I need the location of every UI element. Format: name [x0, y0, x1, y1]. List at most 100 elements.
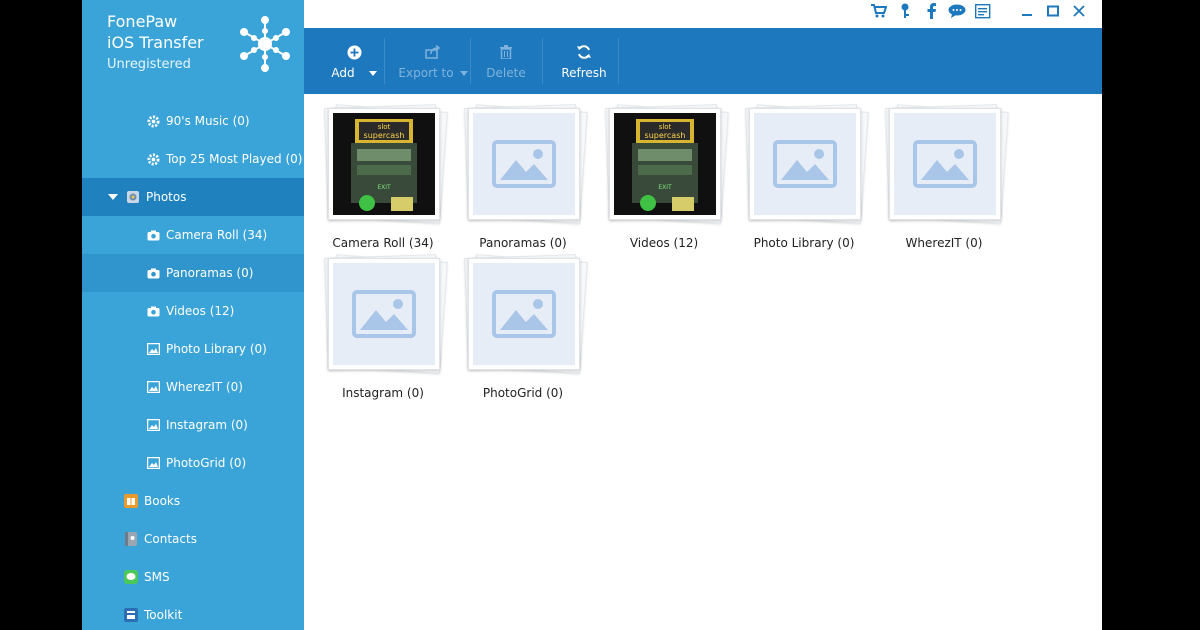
sidebar-item-photo-library[interactable]: Photo Library (0) — [82, 330, 304, 368]
sidebar-item-label: Instagram (0) — [166, 418, 248, 432]
sidebar-item-top-25[interactable]: Top 25 Most Played (0) — [82, 140, 304, 178]
add-dropdown-icon[interactable] — [368, 70, 377, 76]
image-placeholder-icon — [754, 113, 856, 215]
close-icon[interactable] — [1066, 2, 1092, 20]
sidebar-item-label: SMS — [144, 570, 170, 584]
album-grid: slot supercash EXIT Camera Roll (34) Pan… — [304, 94, 1102, 630]
sms-icon — [124, 570, 138, 584]
album-tile-instagram[interactable]: Instagram (0) — [320, 252, 448, 400]
toolbar-divider — [618, 38, 619, 84]
toolbar: Add Export to Delete Refresh — [304, 28, 1102, 94]
trash-icon — [500, 42, 512, 62]
add-button[interactable]: Add — [326, 28, 382, 94]
sidebar-item-contacts[interactable]: Contacts — [82, 520, 304, 558]
sidebar-item-videos[interactable]: Videos (12) — [82, 292, 304, 330]
album-tile-photo-library[interactable]: Photo Library (0) — [741, 102, 869, 250]
sidebar-item-90s-music[interactable]: 90's Music (0) — [82, 102, 304, 140]
refresh-label: Refresh — [561, 66, 607, 80]
registration-status[interactable]: Unregistered — [107, 57, 191, 72]
photos-icon — [126, 190, 140, 204]
window-controls — [866, 0, 1092, 22]
thumb-text-exit: EXIT — [377, 184, 391, 191]
gear-icon — [146, 114, 160, 128]
plus-circle-icon — [347, 42, 362, 62]
delete-label: Delete — [486, 66, 526, 80]
camera-icon — [146, 266, 160, 280]
register-icon[interactable] — [970, 2, 996, 20]
facebook-icon[interactable] — [918, 2, 944, 20]
brand-header: FonePaw iOS Transfer Unregistered — [82, 0, 304, 95]
album-tile-panoramas[interactable]: Panoramas (0) — [460, 102, 588, 250]
album-thumbnail — [464, 104, 588, 224]
sidebar-item-toolkit[interactable]: Toolkit — [82, 596, 304, 630]
picture-icon — [146, 456, 160, 470]
album-thumbnail — [324, 254, 448, 374]
feedback-icon[interactable] — [944, 2, 970, 20]
title-bar — [304, 0, 1102, 28]
sidebar-item-instagram[interactable]: Instagram (0) — [82, 406, 304, 444]
picture-icon — [146, 418, 160, 432]
cart-icon[interactable] — [866, 2, 892, 20]
album-thumbnail — [745, 104, 869, 224]
image-placeholder-icon — [473, 263, 575, 365]
camera-icon — [146, 304, 160, 318]
sidebar-item-label: Toolkit — [144, 608, 183, 622]
sidebar-item-books[interactable]: Books — [82, 482, 304, 520]
thumb-text-slot: slot — [378, 123, 391, 131]
album-tile-wherezit[interactable]: WherezIT (0) — [881, 102, 1009, 250]
maximize-icon[interactable] — [1040, 2, 1066, 20]
sidebar-item-label: Photos — [146, 190, 187, 204]
sidebar-item-label: PhotoGrid (0) — [166, 456, 247, 470]
key-icon[interactable] — [892, 2, 918, 20]
sidebar-item-wherezit[interactable]: WherezIT (0) — [82, 368, 304, 406]
export-button[interactable]: Export to — [398, 28, 468, 94]
sidebar-item-label: WherezIT (0) — [166, 380, 243, 394]
fonepaw-logo-icon — [240, 16, 290, 72]
app-title-line2: iOS Transfer — [107, 33, 204, 52]
gear-icon — [146, 152, 160, 166]
sidebar-item-panoramas[interactable]: Panoramas (0) — [82, 254, 304, 292]
sidebar-item-camera-roll[interactable]: Camera Roll (34) — [82, 216, 304, 254]
thumb-text-exit: EXIT — [658, 184, 672, 191]
thumb-text-slot: slot — [659, 123, 672, 131]
refresh-icon — [576, 42, 592, 62]
slot-machine-photo: slot supercash EXIT — [333, 113, 435, 215]
camera-icon — [146, 228, 160, 242]
album-thumbnail — [885, 104, 1009, 224]
sidebar-item-photogrid[interactable]: PhotoGrid (0) — [82, 444, 304, 482]
sidebar-nav: 90's Music (0) Top 25 Most Played (0) Ph… — [82, 102, 304, 630]
sidebar-item-label: Top 25 Most Played (0) — [166, 152, 303, 166]
album-label: WherezIT (0) — [905, 236, 983, 250]
sidebar-item-label: Camera Roll (34) — [166, 228, 268, 242]
fonepaw-window: FonePaw iOS Transfer Unregistered 90's M… — [82, 0, 1102, 630]
thumb-text-supercash: supercash — [645, 131, 686, 140]
slot-machine-photo: slot supercash EXIT — [614, 113, 716, 215]
chevron-down-icon[interactable] — [108, 194, 118, 200]
album-tile-videos[interactable]: slot supercash EXIT Videos (12) — [601, 102, 729, 250]
album-tile-camera-roll[interactable]: slot supercash EXIT Camera Roll (34) — [320, 102, 448, 250]
books-icon — [124, 494, 138, 508]
export-dropdown-icon — [459, 70, 468, 76]
image-placeholder-icon — [333, 263, 435, 365]
refresh-button[interactable]: Refresh — [552, 28, 616, 94]
image-placeholder-icon — [473, 113, 575, 215]
album-thumbnail: slot supercash EXIT — [605, 104, 729, 224]
sidebar-item-label: 90's Music (0) — [166, 114, 250, 128]
image-placeholder-icon — [894, 113, 996, 215]
app-title: FonePaw iOS Transfer — [107, 11, 204, 53]
picture-icon — [146, 380, 160, 394]
album-tile-photogrid[interactable]: PhotoGrid (0) — [460, 252, 588, 400]
export-label: Export to — [398, 66, 454, 80]
export-icon — [425, 42, 441, 62]
toolbar-divider — [384, 38, 385, 84]
sidebar-item-photos[interactable]: Photos — [82, 178, 304, 216]
delete-button[interactable]: Delete — [478, 28, 534, 94]
contacts-icon — [124, 532, 138, 546]
add-label: Add — [331, 66, 355, 80]
sidebar-item-label: Videos (12) — [166, 304, 235, 318]
minimize-icon[interactable] — [1014, 2, 1040, 20]
sidebar-item-sms[interactable]: SMS — [82, 558, 304, 596]
app-title-line1: FonePaw — [107, 12, 178, 31]
sidebar-item-label: Contacts — [144, 532, 197, 546]
toolbar-divider — [542, 38, 543, 84]
